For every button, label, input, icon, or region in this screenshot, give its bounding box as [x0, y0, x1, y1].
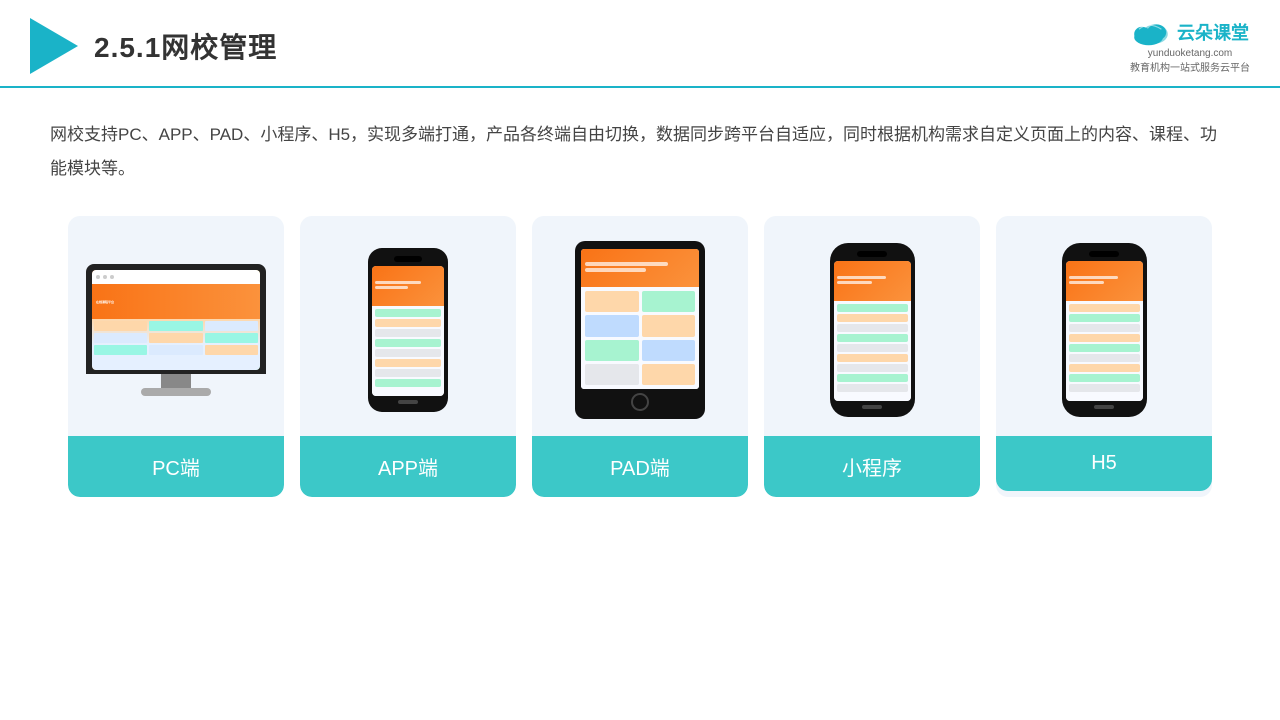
card-pc-image: 在线课程平台 [68, 216, 284, 436]
description-text: 网校支持PC、APP、PAD、小程序、H5，实现多端打通，产品各终端自由切换，数… [50, 118, 1230, 186]
page-title: 2.5.1网校管理 [94, 26, 277, 66]
card-miniprogram-image [764, 216, 980, 436]
card-app: APP端 [300, 216, 516, 497]
tablet-pad-icon [575, 241, 705, 419]
pc-monitor-icon: 在线课程平台 [86, 264, 266, 396]
card-pc: 在线课程平台 [68, 216, 284, 497]
phone-miniprogram-icon [830, 243, 915, 417]
main-content: 网校支持PC、APP、PAD、小程序、H5，实现多端打通，产品各终端自由切换，数… [0, 88, 1280, 517]
header-left: 2.5.1网校管理 [30, 18, 277, 74]
page-header: 2.5.1网校管理 云朵课堂 yunduoketang.com 教育机构一站式服… [0, 0, 1280, 88]
logo-triangle-icon [30, 18, 78, 74]
card-pad: PAD端 [532, 216, 748, 497]
phone-app-icon [368, 248, 448, 412]
cloud-logo-icon [1131, 18, 1171, 46]
card-h5-image [996, 216, 1212, 436]
card-miniprogram-label: 小程序 [764, 436, 980, 497]
phone-h5-icon [1062, 243, 1147, 417]
platform-cards-container: 在线课程平台 [50, 216, 1230, 497]
card-app-label: APP端 [300, 436, 516, 497]
card-pc-label: PC端 [68, 436, 284, 497]
brand-name-text: 云朵课堂 [1177, 19, 1249, 45]
brand-logo: 云朵课堂 [1131, 18, 1249, 46]
card-miniprogram: 小程序 [764, 216, 980, 497]
brand-tagline: yunduoketang.com 教育机构一站式服务云平台 [1130, 48, 1250, 74]
card-h5-label: H5 [996, 436, 1212, 491]
card-app-image [300, 216, 516, 436]
card-h5: H5 [996, 216, 1212, 497]
card-pad-label: PAD端 [532, 436, 748, 497]
brand-logo-area: 云朵课堂 yunduoketang.com 教育机构一站式服务云平台 [1130, 18, 1250, 74]
card-pad-image [532, 216, 748, 436]
